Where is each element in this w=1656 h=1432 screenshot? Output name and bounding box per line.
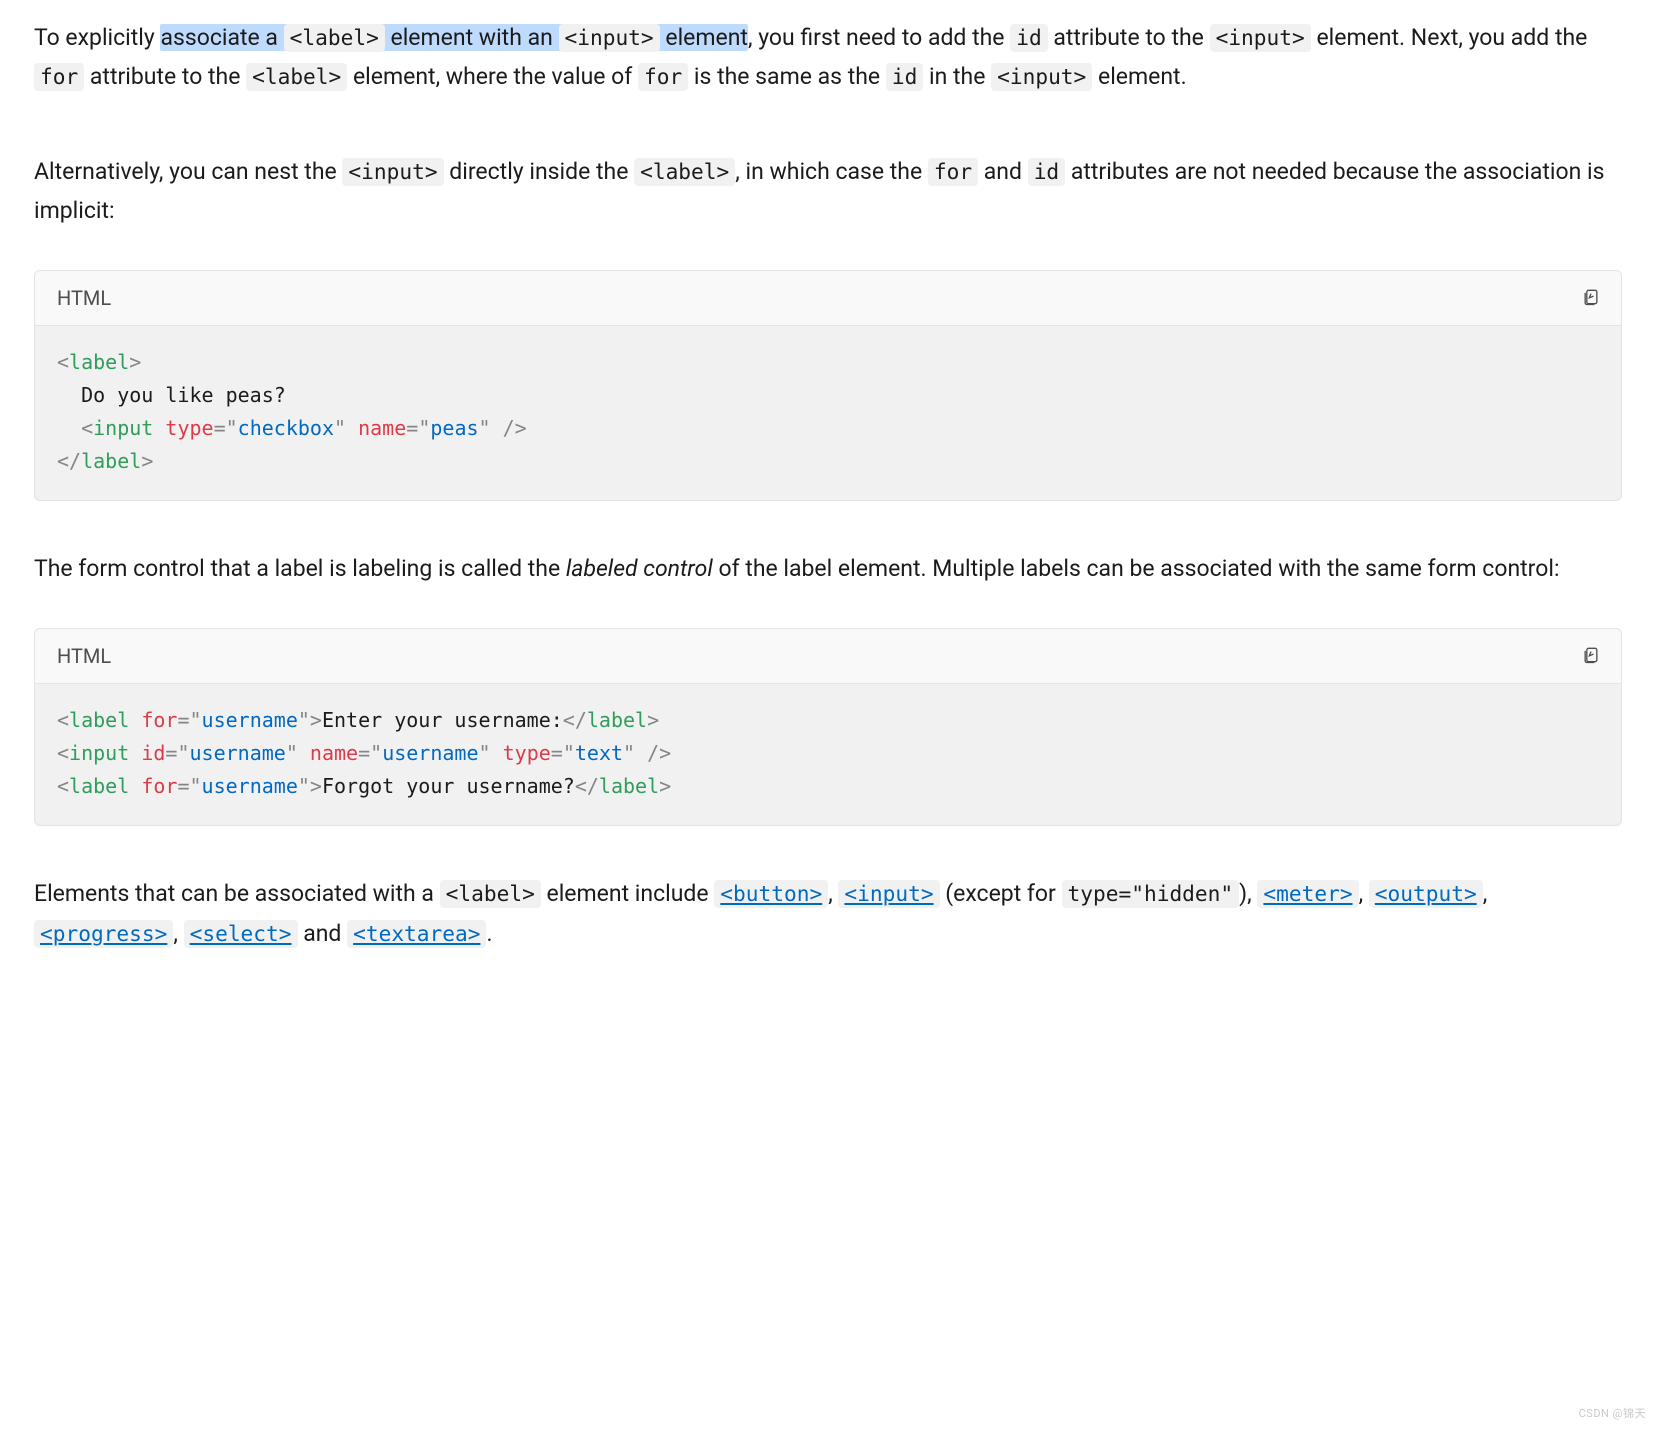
code-content: <label for="username">Enter your usernam… (35, 684, 1621, 825)
code-for-attr: for (928, 158, 978, 186)
highlight: associate a <label> element with an <inp… (160, 24, 747, 51)
paragraph-labeled-control: The form control that a label is labelin… (34, 549, 1622, 588)
copy-button[interactable] (1579, 644, 1603, 668)
code-for-attr: for (638, 63, 688, 91)
code-header: HTML (35, 629, 1621, 684)
code-input-tag: <input> (559, 24, 660, 52)
clipboard-icon (1581, 286, 1601, 311)
code-header: HTML (35, 271, 1621, 326)
code-id-attr: id (886, 63, 923, 91)
paragraph-label-associable-elements: Elements that can be associated with a <… (34, 874, 1622, 952)
link-button-element[interactable]: <button> (714, 880, 828, 907)
paragraph-explicit-association: To explicitly associate a <label> elemen… (34, 18, 1622, 96)
link-textarea-element[interactable]: <textarea> (347, 920, 486, 947)
code-example-multiple-labels: HTML <label for="username">Enter your us… (34, 628, 1622, 826)
code-content: <label> Do you like peas? <input type="c… (35, 326, 1621, 500)
link-input-element[interactable]: <input> (838, 880, 939, 907)
link-output-element[interactable]: <output> (1369, 880, 1483, 907)
code-label-tag: <label> (634, 158, 735, 186)
link-meter-element[interactable]: <meter> (1257, 880, 1358, 907)
link-select-element[interactable]: <select> (184, 920, 298, 947)
term-labeled-control: labeled control (566, 555, 713, 582)
code-label-tag: <label> (440, 880, 541, 908)
code-lang-label: HTML (57, 281, 111, 315)
link-progress-element[interactable]: <progress> (34, 920, 173, 947)
code-input-tag: <input> (991, 63, 1092, 91)
code-for-attr: for (34, 63, 84, 91)
code-input-tag: <input> (342, 158, 443, 186)
paragraph-nesting-alternative: Alternatively, you can nest the <input> … (34, 152, 1622, 230)
code-label-tag: <label> (246, 63, 347, 91)
code-input-tag: <input> (1210, 24, 1311, 52)
code-label-tag: <label> (284, 24, 385, 52)
code-example-nested-label: HTML <label> Do you like peas? <input ty… (34, 270, 1622, 501)
watermark: CSDN @锦天 (1579, 1405, 1646, 1424)
code-id-attr: id (1010, 24, 1047, 52)
code-id-attr: id (1028, 158, 1065, 186)
copy-button[interactable] (1579, 286, 1603, 310)
code-lang-label: HTML (57, 639, 111, 673)
text: To explicitly (34, 24, 160, 51)
code-type-hidden: type="hidden" (1062, 880, 1240, 908)
clipboard-icon (1581, 644, 1601, 669)
